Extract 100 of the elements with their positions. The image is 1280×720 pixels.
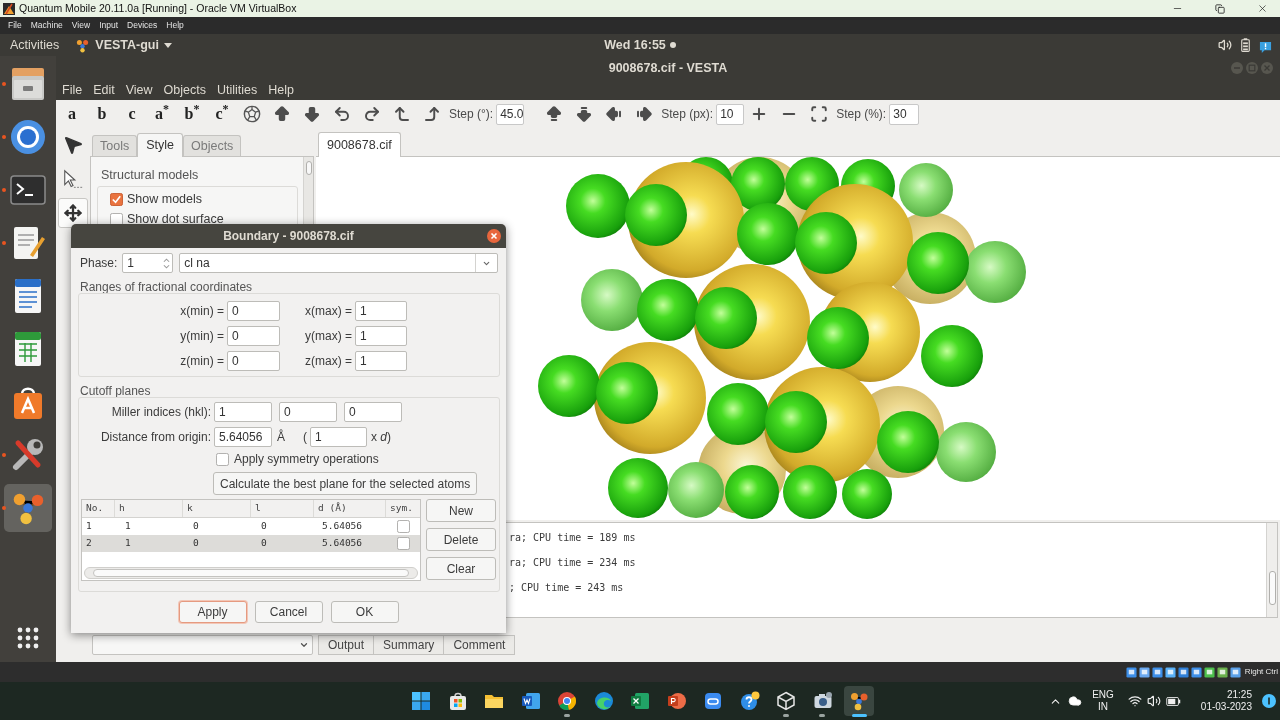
wifi-icon[interactable] — [1127, 694, 1142, 708]
input-field[interactable]: 1 — [355, 351, 407, 371]
browser-icon[interactable] — [593, 691, 614, 711]
menu-item[interactable]: File — [62, 80, 83, 100]
menu-item[interactable]: View — [71, 19, 91, 32]
button[interactable]: Apply — [178, 601, 247, 623]
button[interactable]: Clear — [426, 557, 496, 580]
cube-icon[interactable] — [776, 691, 796, 711]
input-field[interactable]: 1 — [310, 427, 367, 447]
dropdown[interactable] — [92, 635, 313, 655]
curved-arrow-left-icon[interactable] — [333, 105, 351, 123]
button[interactable]: OK — [330, 601, 399, 623]
status-indicator-icon[interactable] — [1138, 666, 1150, 678]
button[interactable]: Delete — [426, 528, 496, 551]
checkbox[interactable] — [216, 452, 229, 466]
corner-arrow-right-icon[interactable] — [423, 105, 441, 123]
battery-icon[interactable] — [1241, 38, 1250, 52]
status-indicator-icon[interactable] — [1229, 666, 1241, 678]
molecule-icon[interactable] — [4, 484, 52, 532]
step-field[interactable]: 45.0 — [496, 103, 525, 125]
presentation-icon[interactable] — [666, 691, 687, 711]
axis-button[interactable]: a$^{*}$ — [155, 105, 169, 123]
status-indicator-icon[interactable] — [1151, 666, 1163, 678]
tab[interactable]: Summary — [373, 635, 445, 655]
dropdown[interactable]: cl na — [179, 253, 498, 273]
pointer-icon[interactable] — [62, 134, 84, 156]
up-arrow-icon[interactable] — [545, 105, 564, 123]
input-field[interactable]: 0 — [227, 301, 280, 321]
polyhedron-icon[interactable] — [243, 105, 261, 123]
start-icon[interactable] — [411, 691, 431, 711]
frame-corners-icon[interactable] — [810, 105, 829, 123]
tab[interactable]: Output — [318, 635, 375, 655]
menu-item[interactable]: File — [8, 19, 22, 32]
clock[interactable]: Wed 16:55 — [604, 35, 666, 55]
app-menu[interactable]: VESTA-gui — [75, 35, 172, 55]
tab[interactable]: Comment — [443, 635, 516, 655]
calculate-button[interactable]: Calculate the best plane for the selected atoms — [213, 472, 478, 495]
up-arrow-icon[interactable] — [273, 105, 291, 123]
vertical-scrollbar[interactable] — [1266, 523, 1277, 617]
document-icon[interactable] — [520, 691, 541, 711]
corner-arrow-left-icon[interactable] — [393, 105, 411, 123]
camera-icon[interactable] — [812, 691, 833, 711]
volume-icon[interactable] — [1218, 38, 1232, 52]
curved-arrow-right-icon[interactable] — [363, 105, 381, 123]
app-icon[interactable] — [703, 691, 723, 711]
axis-button[interactable]: b — [97, 105, 107, 123]
status-indicator-icon[interactable] — [1164, 666, 1176, 678]
status-indicator-icon[interactable] — [1177, 666, 1189, 678]
menu-item[interactable]: Utilities — [216, 80, 258, 100]
input-field[interactable]: 1 — [214, 402, 272, 422]
menu-item[interactable]: Edit — [93, 80, 115, 100]
status-indicator-icon[interactable] — [1190, 666, 1202, 678]
button[interactable]: Cancel — [254, 601, 323, 623]
menu-item[interactable]: Help — [268, 80, 294, 100]
axis-button[interactable]: c — [128, 105, 136, 123]
left-arrow-icon[interactable] — [605, 105, 624, 123]
battery-icon[interactable] — [1165, 696, 1181, 706]
horizontal-scrollbar[interactable] — [84, 567, 418, 579]
down-arrow-icon[interactable] — [575, 105, 594, 123]
menu-item[interactable]: Devices — [127, 19, 158, 32]
menu-item[interactable]: Machine — [30, 19, 63, 32]
notification-icon[interactable] — [1259, 40, 1272, 54]
tab[interactable]: Style — [137, 133, 183, 157]
checkbox[interactable] — [396, 520, 410, 533]
menu-item[interactable]: Objects — [163, 80, 206, 100]
cloud-icon[interactable] — [1068, 694, 1083, 708]
clock[interactable]: 21:25 — [1226, 689, 1252, 701]
browser-icon[interactable] — [557, 691, 577, 711]
tab[interactable]: 9008678.cif — [318, 132, 401, 157]
notification-icon[interactable] — [1262, 694, 1276, 708]
close-icon[interactable] — [1257, 3, 1268, 14]
axis-button[interactable]: c$^{*}$ — [215, 105, 229, 123]
menu-item[interactable]: View — [125, 80, 153, 100]
input-field[interactable]: 0 — [227, 326, 280, 346]
menu-item[interactable]: Input — [99, 19, 119, 32]
table-row[interactable]: 2 1 0 0 5.64056 — [82, 535, 420, 552]
step-field[interactable]: 30 — [889, 103, 920, 125]
move-icon[interactable] — [58, 198, 88, 228]
language-label[interactable]: ENG — [1092, 689, 1114, 701]
input-field[interactable]: 0 — [279, 402, 337, 422]
volume-icon[interactable] — [1146, 694, 1161, 708]
input-field[interactable]: 5.64056 — [214, 427, 272, 447]
input-field[interactable]: 1 — [355, 326, 407, 346]
spreadsheet-icon[interactable] — [630, 691, 650, 711]
app-grid-icon[interactable] — [16, 626, 40, 650]
molecule-icon[interactable] — [844, 686, 874, 716]
help-icon[interactable] — [739, 691, 760, 711]
axis-button[interactable]: a — [68, 105, 76, 123]
spin-field[interactable]: 1 — [122, 253, 174, 273]
status-indicator-icon[interactable] — [1125, 666, 1137, 678]
checkbox[interactable] — [396, 537, 410, 550]
region-label[interactable]: IN — [1098, 701, 1108, 713]
status-indicator-icon[interactable] — [1203, 666, 1215, 678]
button[interactable]: New — [426, 499, 496, 522]
close-icon[interactable] — [487, 229, 501, 243]
axis-button[interactable]: b$^{*}$ — [184, 105, 200, 123]
browser-icon[interactable] — [8, 117, 48, 157]
input-field[interactable]: 1 — [355, 301, 407, 321]
input-field[interactable]: 0 — [344, 402, 402, 422]
right-arrow-icon[interactable] — [635, 105, 654, 123]
